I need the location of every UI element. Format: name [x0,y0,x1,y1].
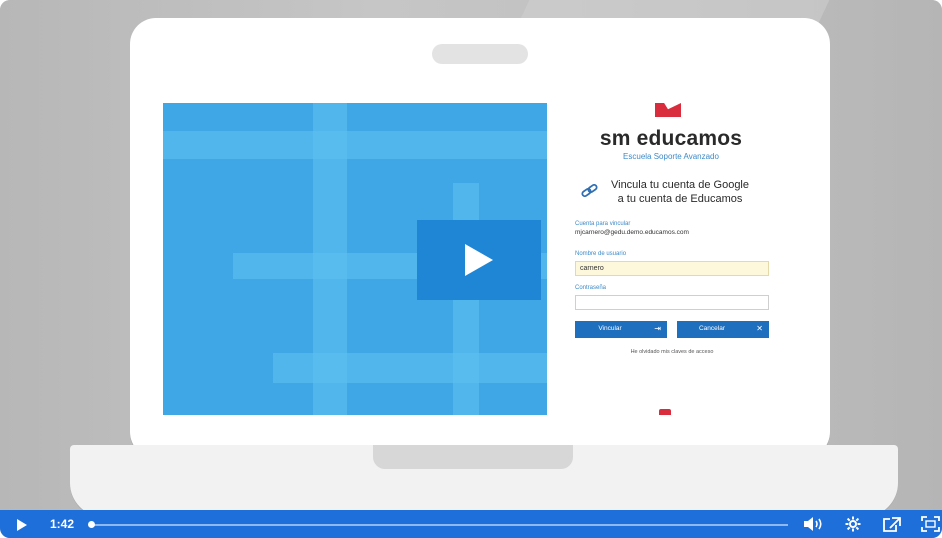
brand-name: sm educamos [599,127,743,150]
account-label: Cuenta para vincular [575,221,631,227]
login-icon: ⇥ [654,324,661,333]
username-label: Nombre de usuario [575,251,627,257]
player-controls: 1:42 [0,510,942,538]
brand-subtitle: Escuela Soporte Avanzado [623,152,719,161]
volume-icon[interactable] [803,516,825,532]
laptop-touchpad [373,445,573,469]
link-account-button-label: Vincular [598,325,622,332]
big-play-button[interactable] [417,220,541,300]
account-value: mjcarnero@gedu.demo.educamos.com [575,229,689,236]
progress-track[interactable] [92,524,788,526]
video-thumbnail[interactable] [163,103,547,415]
laptop-camera [432,44,528,64]
brand-logo-mark-bottom [659,409,671,415]
link-account-button[interactable]: Vincular ⇥ [575,321,667,338]
heading-line-1: Vincula tu cuenta de Google [610,179,749,191]
username-input[interactable]: carnero [575,261,769,276]
close-icon: ✕ [756,324,763,333]
play-icon[interactable] [16,519,28,531]
heading-line-2: a tu cuenta de Educamos [617,193,743,205]
cancel-button-label: Cancelar [698,325,725,332]
fullscreen-icon[interactable] [921,516,940,532]
share-icon[interactable] [882,516,902,533]
login-heading: Vincula tu cuenta de Google a tu cuenta … [595,178,765,206]
video-band [273,353,547,383]
current-time: 1:42 [50,517,75,531]
video-player: sm educamos Escuela Soporte Avanzado Vin… [0,0,942,538]
play-icon [465,244,493,276]
cancel-button[interactable]: Cancelar ✕ [677,321,769,338]
progress-thumb[interactable] [88,521,95,528]
forgot-credentials-link[interactable]: He olvidado mis claves de acceso [575,349,769,355]
gear-icon[interactable] [845,516,861,532]
laptop-screen: sm educamos Escuela Soporte Avanzado Vin… [163,103,795,415]
password-label: Contraseña [575,285,607,291]
video-band [163,131,547,159]
login-panel: sm educamos Escuela Soporte Avanzado Vin… [547,103,795,415]
password-input[interactable] [575,295,769,310]
brand-logo-mark [655,103,681,117]
